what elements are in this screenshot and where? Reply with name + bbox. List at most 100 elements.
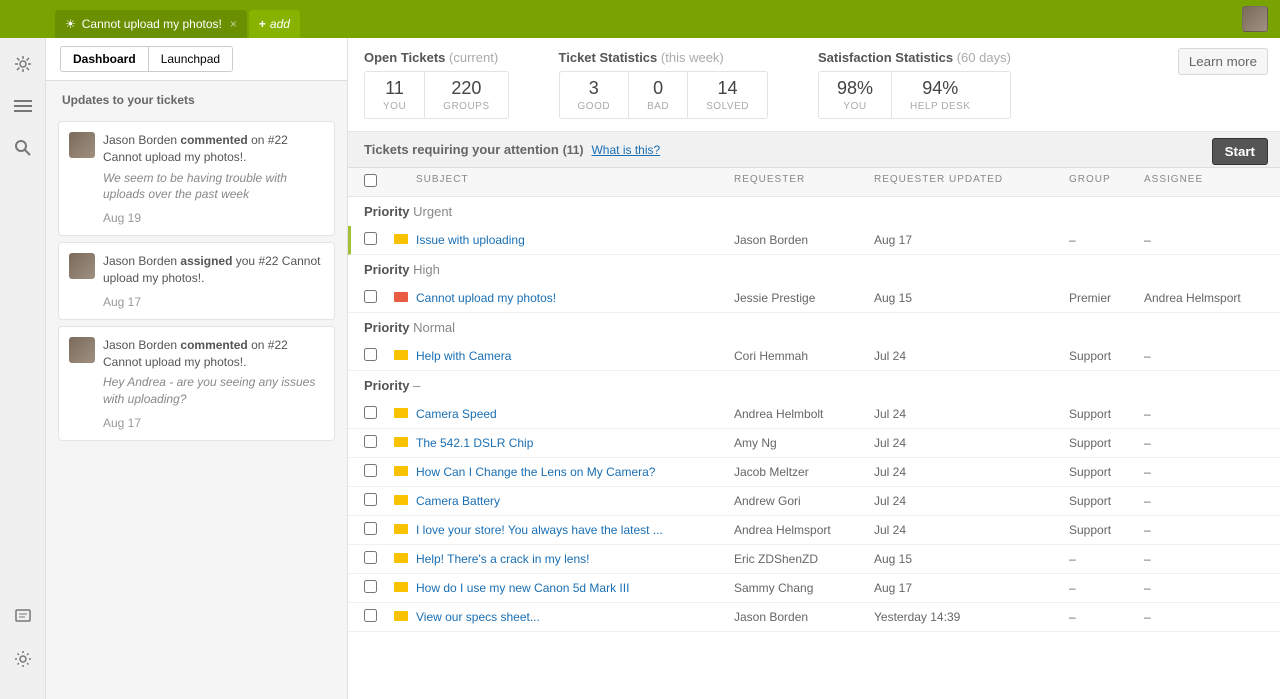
table-row[interactable]: Help with CameraCori HemmahJul 24Support… <box>348 342 1280 371</box>
ticket-subject[interactable]: Cannot upload my photos! <box>416 291 556 305</box>
add-tab[interactable]: + add <box>249 10 300 38</box>
envelope-icon <box>394 292 408 302</box>
menu-icon[interactable] <box>11 94 35 118</box>
launchpad-tab[interactable]: Launchpad <box>149 47 232 71</box>
close-icon[interactable]: × <box>230 17 237 31</box>
ticket-updated: Jul 24 <box>874 465 1069 479</box>
table-row[interactable]: Camera SpeedAndrea HelmboltJul 24Support… <box>348 400 1280 429</box>
ticket-updated: Jul 24 <box>874 407 1069 421</box>
open-you-lab: YOU <box>383 101 406 112</box>
ticket-tab[interactable]: ☀ Cannot upload my photos! × <box>55 10 247 38</box>
satisfaction-stats: Satisfaction Statistics (60 days) 98%YOU… <box>818 50 1011 119</box>
update-date: Aug 17 <box>103 416 322 430</box>
table-row[interactable]: How Can I Change the Lens on My Camera? J… <box>348 458 1280 487</box>
ticket-requester: Jessie Prestige <box>734 291 874 305</box>
priority-row: Priority – <box>348 371 1280 400</box>
start-button[interactable]: Start <box>1212 138 1268 165</box>
pill-tabs: Dashboard Launchpad <box>60 46 233 72</box>
ticket-assignee: – <box>1144 610 1264 624</box>
ticket-subject[interactable]: The 542.1 DSLR Chip <box>416 436 533 450</box>
ticket-title: Ticket Statistics <box>559 50 658 65</box>
chat-icon[interactable] <box>11 605 35 629</box>
nav-rail <box>0 38 46 699</box>
table-row[interactable]: Help! There's a crack in my lens!Eric ZD… <box>348 545 1280 574</box>
table-row[interactable]: How do I use my new Canon 5d Mark IIISam… <box>348 574 1280 603</box>
ticket-subject[interactable]: How do I use my new Canon 5d Mark III <box>416 581 629 595</box>
avatar <box>69 132 95 158</box>
ticket-updated: Aug 17 <box>874 581 1069 595</box>
sat-you-num: 98% <box>837 78 873 99</box>
ticket-subject[interactable]: Camera Speed <box>416 407 497 421</box>
ticket-subject[interactable]: Issue with uploading <box>416 233 525 247</box>
ticket-assignee: – <box>1144 407 1264 421</box>
row-checkbox[interactable] <box>364 435 377 448</box>
sat-sub: (60 days) <box>957 50 1011 65</box>
row-checkbox[interactable] <box>364 464 377 477</box>
update-card[interactable]: Jason Borden commented on #22 Cannot upl… <box>58 121 335 236</box>
home-icon[interactable] <box>11 52 35 76</box>
row-checkbox[interactable] <box>364 232 377 245</box>
row-checkbox[interactable] <box>364 609 377 622</box>
envelope-icon <box>394 437 408 447</box>
open-title: Open Tickets <box>364 50 445 65</box>
table-row[interactable]: Camera BatteryAndrew GoriJul 24Support– <box>348 487 1280 516</box>
solved-num: 14 <box>706 78 749 99</box>
ticket-requester: Andrea Helmsport <box>734 523 874 537</box>
ticket-group: – <box>1069 552 1144 566</box>
row-checkbox[interactable] <box>364 348 377 361</box>
app: Dashboard Launchpad Updates to your tick… <box>46 38 1280 699</box>
row-checkbox[interactable] <box>364 406 377 419</box>
row-checkbox[interactable] <box>364 551 377 564</box>
ticket-group: Support <box>1069 465 1144 479</box>
update-comment: We seem to be having trouble with upload… <box>103 170 322 204</box>
ticket-group: Support <box>1069 407 1144 421</box>
priority-row: Priority Urgent <box>348 197 1280 226</box>
table-row[interactable]: The 542.1 DSLR ChipAmy NgJul 24Support– <box>348 429 1280 458</box>
update-text: Jason Borden commented on #22 Cannot upl… <box>103 337 322 371</box>
update-date: Aug 17 <box>103 295 322 309</box>
user-avatar[interactable] <box>1242 6 1268 32</box>
ticket-updated: Jul 24 <box>874 523 1069 537</box>
add-label: add <box>270 17 290 31</box>
attention-count: (11) <box>563 143 584 157</box>
ticket-subject[interactable]: Camera Battery <box>416 494 500 508</box>
ticket-subject[interactable]: I love your store! You always have the l… <box>416 523 663 537</box>
search-icon[interactable] <box>11 136 35 160</box>
dashboard-tab[interactable]: Dashboard <box>61 47 149 71</box>
table-row[interactable]: View our specs sheet...Jason BordenYeste… <box>348 603 1280 632</box>
ticket-group: Support <box>1069 436 1144 450</box>
table-row[interactable]: Issue with uploadingJason BordenAug 17–– <box>348 226 1280 255</box>
gear-icon[interactable] <box>11 647 35 671</box>
row-checkbox[interactable] <box>364 522 377 535</box>
update-card[interactable]: Jason Borden assigned you #22 Cannot upl… <box>58 242 335 320</box>
updates-list: Jason Borden commented on #22 Cannot upl… <box>46 115 347 447</box>
what-is-this-link[interactable]: What is this? <box>591 143 660 157</box>
ticket-subject[interactable]: Help! There's a crack in my lens! <box>416 552 589 566</box>
attention-bar: Tickets requiring your attention (11) Wh… <box>348 132 1280 168</box>
ticket-group: – <box>1069 233 1144 247</box>
ticket-updated: Aug 15 <box>874 291 1069 305</box>
sat-hd-lab: HELP DESK <box>910 101 970 112</box>
ticket-subject[interactable]: View our specs sheet... <box>416 610 540 624</box>
topbar: ☀ Cannot upload my photos! × + add <box>0 0 1280 38</box>
envelope-icon <box>394 234 408 244</box>
ticket-subject[interactable]: Help with Camera <box>416 349 511 363</box>
good-num: 3 <box>578 78 611 99</box>
ticket-assignee: – <box>1144 494 1264 508</box>
select-all-checkbox[interactable] <box>364 174 377 187</box>
pill-tabs-row: Dashboard Launchpad <box>46 38 347 81</box>
good-lab: GOOD <box>578 101 611 112</box>
table-row[interactable]: I love your store! You always have the l… <box>348 516 1280 545</box>
table-row[interactable]: Cannot upload my photos! Jessie PrestigeA… <box>348 284 1280 313</box>
open-groups-num: 220 <box>443 78 489 99</box>
row-checkbox[interactable] <box>364 580 377 593</box>
ticket-requester: Jason Borden <box>734 233 874 247</box>
learn-more-button[interactable]: Learn more <box>1178 48 1268 75</box>
ticket-group: – <box>1069 581 1144 595</box>
open-sub: (current) <box>449 50 498 65</box>
update-card[interactable]: Jason Borden commented on #22 Cannot upl… <box>58 326 335 441</box>
row-checkbox[interactable] <box>364 290 377 303</box>
th-subject: SUBJECT <box>416 174 734 190</box>
ticket-subject[interactable]: How Can I Change the Lens on My Camera? <box>416 465 655 479</box>
row-checkbox[interactable] <box>364 493 377 506</box>
